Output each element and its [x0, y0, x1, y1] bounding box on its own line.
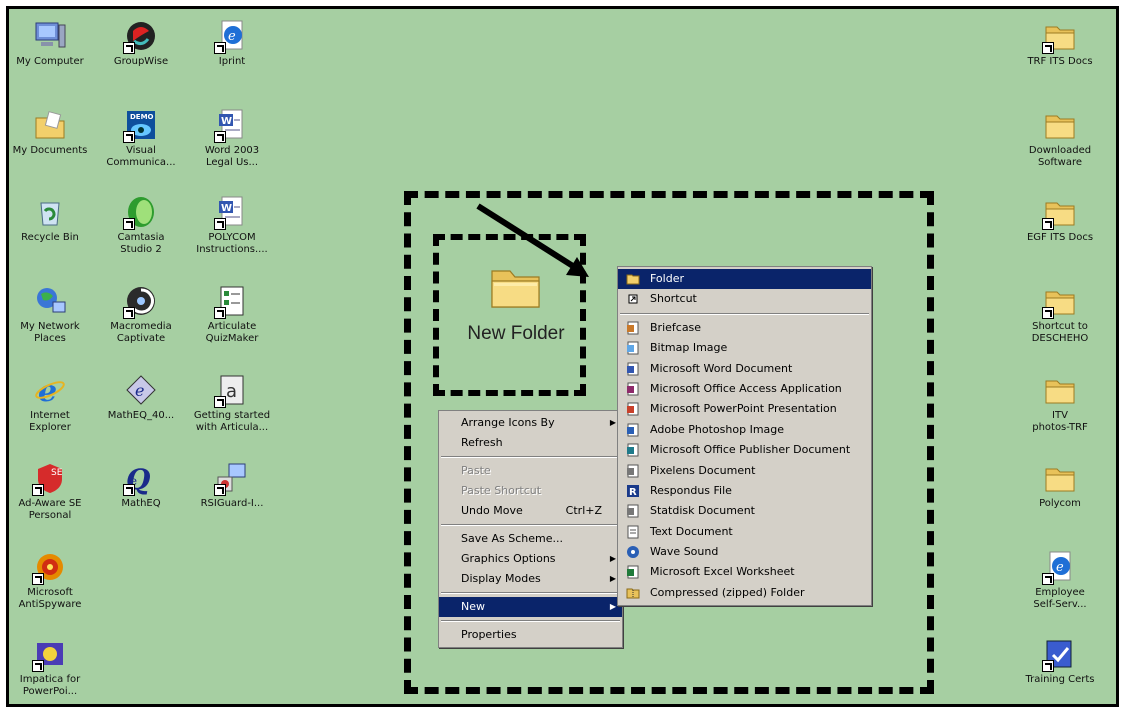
- new-menu-item-microsoft-powerpoint-presentation[interactable]: Microsoft PowerPoint Presentation: [618, 399, 871, 419]
- wave-sound-icon: [626, 545, 640, 559]
- menu-item-label: Briefcase: [650, 320, 702, 334]
- menu-item-label: Statdisk Document: [650, 504, 755, 518]
- menu-item-label: Properties: [461, 628, 517, 641]
- context-menu-item-arrange-icons-by[interactable]: Arrange Icons By ▶: [439, 413, 622, 433]
- submenu-arrow-icon: ▶: [609, 418, 616, 427]
- menu-item-label: Paste: [461, 464, 491, 477]
- menu-item-label: Graphics Options: [461, 552, 556, 565]
- menu-separator: [441, 456, 620, 458]
- menu-item-label: Bitmap Image: [650, 341, 728, 355]
- new-menu-item-respondus-file[interactable]: R Respondus File: [618, 481, 871, 501]
- context-menu-item-undo-move[interactable]: Undo Move Ctrl+Z: [439, 501, 622, 521]
- context-menu-item-properties[interactable]: Properties: [439, 625, 622, 645]
- menu-item-label: Folder: [650, 272, 684, 285]
- shortcut-icon: [626, 292, 640, 306]
- desktop[interactable]: My Computer My Documents Recycle Bin My Net…: [6, 6, 1119, 707]
- new-menu-item-microsoft-office-access-application[interactable]: Microsoft Office Access Application: [618, 379, 871, 399]
- svg-text:R: R: [629, 487, 637, 498]
- submenu-arrow-icon: ▶: [609, 602, 616, 611]
- respondus-icon: R: [626, 484, 640, 498]
- access-icon: [626, 382, 640, 396]
- context-menu-item-graphics-options[interactable]: Graphics Options ▶: [439, 549, 622, 569]
- new-menu-item-text-document[interactable]: Text Document: [618, 522, 871, 542]
- zip-folder-icon: [626, 586, 640, 600]
- context-menu-item-display-modes[interactable]: Display Modes ▶: [439, 569, 622, 589]
- context-menu-item-refresh[interactable]: Refresh: [439, 433, 622, 453]
- menu-item-accelerator: Ctrl+Z: [565, 504, 602, 517]
- submenu-arrow-icon: ▶: [609, 554, 616, 563]
- menu-separator: [441, 592, 620, 594]
- menu-item-label: Microsoft Word Document: [650, 361, 793, 375]
- menu-item-label: Arrange Icons By: [461, 416, 555, 429]
- menu-separator: [620, 312, 869, 315]
- menu-item-label: New: [461, 600, 485, 613]
- pixelens-icon: [626, 464, 640, 478]
- folder-icon: [626, 272, 640, 286]
- new-menu-item-shortcut[interactable]: Shortcut: [618, 289, 871, 309]
- menu-item-label: Undo Move: [461, 504, 523, 517]
- new-menu-item-microsoft-word-document[interactable]: Microsoft Word Document: [618, 359, 871, 379]
- new-menu-item-statdisk-document[interactable]: Statdisk Document: [618, 501, 871, 521]
- statdisk-icon: [626, 504, 640, 518]
- menu-separator: [441, 620, 620, 622]
- menu-separator: [441, 524, 620, 526]
- menu-item-label: Microsoft Office Publisher Document: [650, 443, 851, 457]
- menu-item-label: Microsoft PowerPoint Presentation: [650, 402, 837, 416]
- briefcase-icon: [626, 321, 640, 335]
- powerpoint-icon: [626, 402, 640, 416]
- context-menu-item-paste[interactable]: Paste: [439, 461, 622, 481]
- menu-item-label: Respondus File: [650, 483, 732, 497]
- bitmap-icon: [626, 341, 640, 355]
- menu-item-label: Shortcut: [650, 292, 697, 306]
- publisher-icon: [626, 443, 640, 457]
- word-icon: [626, 362, 640, 376]
- new-menu-item-briefcase[interactable]: Briefcase: [618, 318, 871, 338]
- new-menu-item-microsoft-excel-worksheet[interactable]: Microsoft Excel Worksheet: [618, 562, 871, 582]
- menu-item-label: Pixelens Document: [650, 463, 756, 477]
- context-menu-item-paste-shortcut[interactable]: Paste Shortcut: [439, 481, 622, 501]
- menu-item-label: Text Document: [650, 524, 733, 538]
- new-menu-item-adobe-photoshop-image[interactable]: Adobe Photoshop Image: [618, 420, 871, 440]
- menu-item-label: Display Modes: [461, 572, 541, 585]
- menu-item-label: Save As Scheme...: [461, 532, 563, 545]
- new-menu-item-bitmap-image[interactable]: Bitmap Image: [618, 338, 871, 358]
- menu-item-label: Paste Shortcut: [461, 484, 542, 497]
- context-menu-item-new[interactable]: New ▶: [439, 597, 622, 617]
- menu-item-label: Refresh: [461, 436, 503, 449]
- photoshop-icon: [626, 423, 640, 437]
- new-menu-item-pixelens-document[interactable]: Pixelens Document: [618, 461, 871, 481]
- new-menu-item-folder[interactable]: Folder: [618, 269, 871, 290]
- new-menu-item-microsoft-office-publisher-document[interactable]: Microsoft Office Publisher Document: [618, 440, 871, 460]
- menu-item-label: Compressed (zipped) Folder: [650, 585, 805, 599]
- desktop-context-menu: Arrange Icons By ▶ Refresh Paste Paste Short…: [438, 410, 623, 648]
- excel-icon: [626, 565, 640, 579]
- context-menu-item-save-as-scheme[interactable]: Save As Scheme...: [439, 529, 622, 549]
- menu-item-label: Microsoft Excel Worksheet: [650, 565, 795, 579]
- menu-item-label: Microsoft Office Access Application: [650, 381, 842, 395]
- new-submenu: Folder Shortcut Briefcase Bitmap Image Micro…: [617, 266, 872, 607]
- menu-item-label: Adobe Photoshop Image: [650, 422, 785, 436]
- text-document-icon: [626, 525, 640, 539]
- new-menu-item-compressed-zipped-folder[interactable]: Compressed (zipped) Folder: [618, 583, 871, 603]
- submenu-arrow-icon: ▶: [609, 574, 616, 583]
- menu-item-label: Wave Sound: [650, 545, 719, 559]
- new-menu-item-wave-sound[interactable]: Wave Sound: [618, 542, 871, 562]
